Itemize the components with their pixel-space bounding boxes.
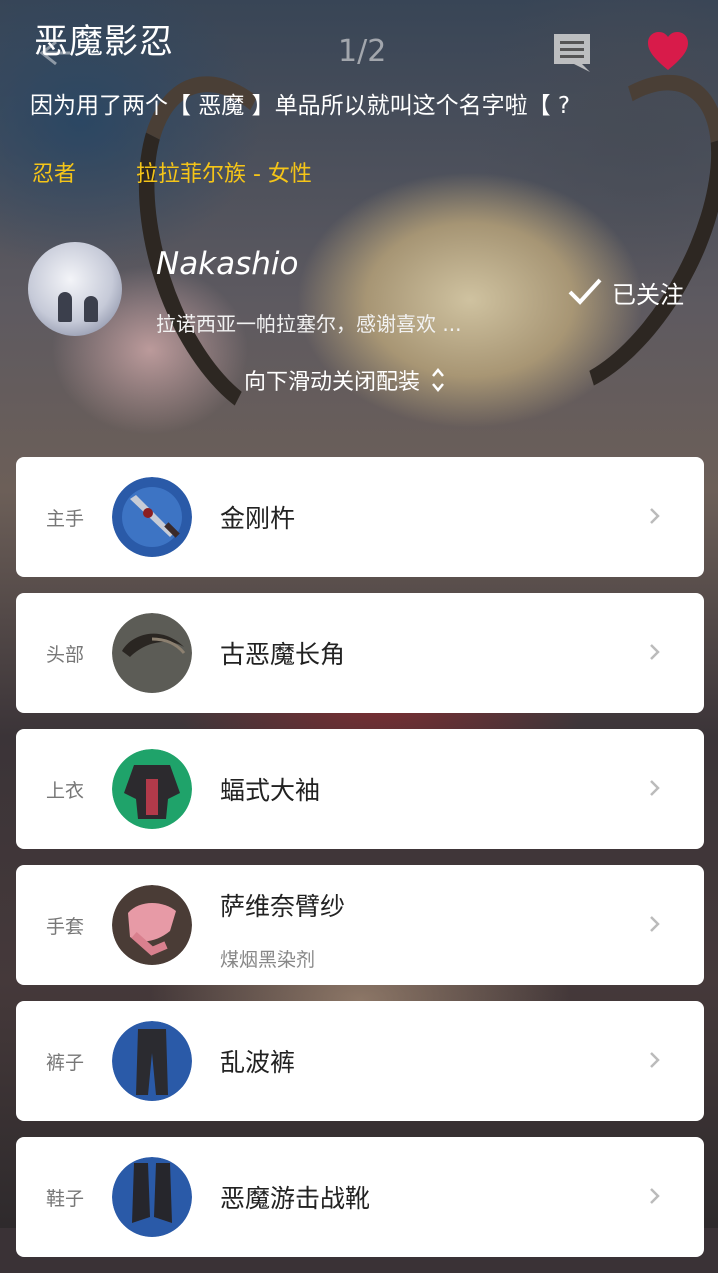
swipe-close-hint[interactable]: 向下滑动关闭配装 xyxy=(244,364,446,396)
horn-icon xyxy=(112,613,192,693)
race-tag: 拉拉菲尔族 - 女性 xyxy=(136,162,312,187)
item-name: 萨维奈臂纱 xyxy=(220,892,346,921)
swipe-hint-label: 向下滑动关闭配装 xyxy=(244,370,421,395)
chevron-right-icon xyxy=(650,644,660,660)
item-name: 蝠式大袖 xyxy=(220,776,321,805)
equipment-row-body[interactable]: 上衣 蝠式大袖 xyxy=(16,729,704,849)
item-name: 金刚杵 xyxy=(220,504,296,533)
slot-label: 鞋子 xyxy=(46,1188,85,1210)
equipment-row-head[interactable]: 头部 古恶魔长角 xyxy=(16,593,704,713)
slot-label: 主手 xyxy=(46,508,85,530)
pants-icon xyxy=(112,1021,192,1101)
chevron-right-icon xyxy=(650,1188,660,1204)
follow-label: 已关注 xyxy=(612,280,684,309)
chevron-right-icon xyxy=(650,1052,660,1068)
expand-collapse-icon xyxy=(432,368,444,392)
page-indicator: 1/2 xyxy=(338,34,387,69)
page-title: 恶魔影忍 xyxy=(34,22,174,62)
chevron-right-icon xyxy=(650,780,660,796)
slot-label: 手套 xyxy=(46,916,85,938)
robe-icon xyxy=(112,749,192,829)
equipment-row-legs[interactable]: 裤子 乱波裤 xyxy=(16,1001,704,1121)
glove-icon xyxy=(112,885,192,965)
slot-label: 裤子 xyxy=(46,1052,85,1074)
avatar-figure xyxy=(58,292,72,322)
favorite-heart-icon[interactable] xyxy=(646,30,690,72)
equipment-row-feet[interactable]: 鞋子 恶魔游击战靴 xyxy=(16,1137,704,1257)
checkmark-icon xyxy=(568,278,602,305)
author-name[interactable]: Nakashio xyxy=(156,246,299,282)
avatar[interactable] xyxy=(28,242,122,336)
follow-button[interactable]: 已关注 xyxy=(566,272,684,312)
slot-label: 头部 xyxy=(46,644,85,666)
equipment-row-main-hand[interactable]: 主手 金刚杵 xyxy=(16,457,704,577)
item-name: 恶魔游击战靴 xyxy=(220,1184,371,1213)
chevron-right-icon xyxy=(650,508,660,524)
slot-label: 上衣 xyxy=(46,780,85,802)
equipment-list: 主手 金刚杵 头部 古恶魔长角 上衣 蝠式大袖 手套 萨维奈臂纱 煤烟黑染剂 裤… xyxy=(16,457,704,1273)
avatar-figure xyxy=(84,296,98,322)
item-name: 乱波裤 xyxy=(220,1048,296,1077)
dagger-icon xyxy=(112,477,192,557)
equipment-row-hands[interactable]: 手套 萨维奈臂纱 煤烟黑染剂 xyxy=(16,865,704,985)
outfit-description: 因为用了两个【 恶魔 】单品所以就叫这个名字啦【 ? xyxy=(30,93,571,119)
boots-icon xyxy=(112,1157,192,1237)
top-bar: 恶魔影忍 1/2 xyxy=(0,0,718,90)
comment-icon[interactable] xyxy=(552,32,592,74)
item-name: 古恶魔长角 xyxy=(220,640,346,669)
item-dye: 煤烟黑染剂 xyxy=(220,949,316,971)
job-tag: 忍者 xyxy=(32,162,77,187)
chevron-right-icon xyxy=(650,916,660,932)
author-bio: 拉诺西亚一帕拉塞尔，感谢喜欢 ... xyxy=(156,312,462,336)
